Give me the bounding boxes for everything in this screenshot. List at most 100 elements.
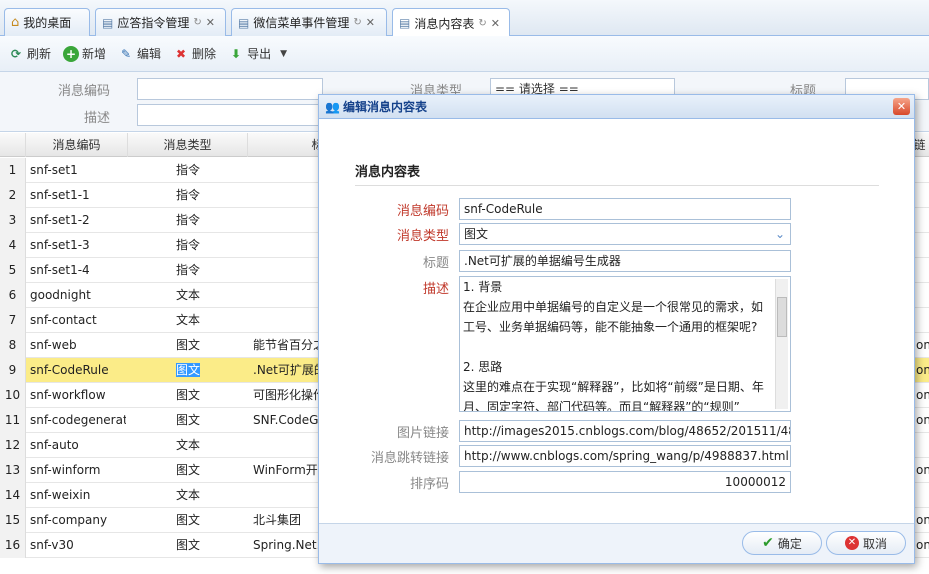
dialog-title: 编辑消息内容表 [342, 100, 427, 114]
search-code-input[interactable] [137, 78, 323, 100]
type-select[interactable]: 图文 ⌄ [459, 223, 791, 245]
cell-code-text: snf-CodeRule [30, 363, 109, 377]
cell-code: snf-set1-3 [30, 233, 126, 258]
delete-button[interactable]: ✖ 删除 [173, 45, 216, 62]
export-button[interactable]: ⬇ 导出 ▼ [228, 45, 287, 62]
code-input[interactable]: snf-CodeRule [459, 198, 791, 220]
cell-code: goodnight [30, 283, 126, 308]
row-number-text: 2 [8, 188, 17, 202]
cell-link [916, 308, 929, 333]
document-icon: ▤ [238, 15, 250, 30]
cell-title-text: WinForm开发 [253, 463, 323, 477]
cell-title-text: .Net可扩展的 [253, 363, 323, 377]
cell-type-text: 指令 [175, 163, 200, 177]
close-icon[interactable]: ✕ [206, 16, 215, 29]
cell-code: snf-codegenerato [30, 408, 126, 433]
cell-link [916, 483, 929, 508]
close-icon[interactable]: ✕ [491, 17, 500, 30]
cell-code: snf-winform [30, 458, 126, 483]
cell-code-text: snf-contact [30, 313, 97, 327]
row-number: 2 [0, 183, 26, 208]
cell-type-text: 图文 [175, 538, 200, 552]
dialog-header[interactable]: 👥 编辑消息内容表 [319, 95, 914, 119]
sort-input[interactable]: 10000012 [459, 471, 791, 493]
column-header-code[interactable]: 消息编码 [26, 133, 128, 157]
code-value: snf-CodeRule [464, 202, 543, 216]
cell-type-text: 图文 [175, 338, 200, 352]
refresh-icon[interactable]: ↻ [478, 18, 486, 29]
delete-label: 删除 [192, 47, 217, 61]
row-number-text: 5 [8, 263, 17, 277]
cell-link-text: on [916, 338, 929, 352]
cell-code: snf-set1-1 [30, 183, 126, 208]
close-icon[interactable]: ✕ [366, 16, 375, 29]
tab-bar: ⌂ 我的桌面 ▤ 应答指令管理 ↻ ✕ ▤ 微信菜单事件管理 ↻ ✕ ▤ 消息内… [0, 0, 929, 37]
cell-type-text: 文本 [175, 288, 200, 302]
cell-type-text: 文本 [175, 313, 200, 327]
cell-type-text: 指令 [175, 188, 200, 202]
cell-code-text: snf-winform [30, 463, 101, 477]
row-number: 14 [0, 483, 26, 508]
row-number-text: 14 [4, 488, 21, 502]
desc-textarea[interactable]: 1. 背景 在企业应用中单据编号的自定义是一个很常见的需求，如 工号、业务单据编… [459, 276, 791, 412]
users-icon: 👥 [325, 99, 340, 114]
ok-button[interactable]: ✔ 确定 [742, 531, 822, 555]
jump-link-input[interactable]: http://www.cnblogs.com/spring_wang/p/498… [459, 445, 791, 467]
scrollbar-thumb[interactable] [777, 297, 787, 337]
refresh-button[interactable]: ⟳ 刷新 [8, 45, 51, 62]
column-header-type[interactable]: 消息类型 [128, 133, 248, 157]
row-number-text: 7 [8, 313, 17, 327]
tab-reply-command[interactable]: ▤ 应答指令管理 ↻ ✕ [95, 8, 226, 36]
cell-code-text: snf-auto [30, 438, 79, 452]
cell-code-text: snf-set1-1 [30, 188, 90, 202]
cell-title [253, 308, 323, 333]
refresh-icon[interactable]: ↻ [353, 17, 361, 28]
cell-code-text: snf-web [30, 338, 77, 352]
tab-wechat-menu[interactable]: ▤ 微信菜单事件管理 ↻ ✕ [231, 8, 387, 36]
row-number: 12 [0, 433, 26, 458]
cell-type: 图文 [128, 508, 248, 533]
desc-line: 在企业应用中单据编号的自定义是一个很常见的需求，如 [463, 300, 764, 314]
tab-label: 微信菜单事件管理 [253, 16, 350, 30]
image-link-input[interactable]: http://images2015.cnblogs.com/blog/48652… [459, 420, 791, 442]
search-desc-input[interactable] [137, 104, 323, 126]
row-number: 9 [0, 358, 26, 383]
cell-type: 指令 [128, 183, 248, 208]
tab-desktop[interactable]: ⌂ 我的桌面 [4, 8, 90, 36]
title-input[interactable]: .Net可扩展的单据编号生成器 [459, 250, 791, 272]
add-button[interactable]: + 新增 [63, 45, 106, 62]
search-desc-label: 描述 [83, 111, 110, 126]
cell-link-text: on [916, 463, 929, 477]
cell-title: WinForm开发 [253, 458, 323, 483]
cell-code-text: snf-company [30, 513, 108, 527]
row-number-header [0, 133, 26, 157]
row-number-text: 6 [8, 288, 17, 302]
edit-button[interactable]: ✎ 编辑 [118, 45, 161, 62]
textarea-scrollbar[interactable] [775, 279, 788, 409]
cell-code: snf-set1 [30, 158, 126, 183]
cell-type: 图文 [128, 408, 248, 433]
tab-message-content[interactable]: ▤ 消息内容表 ↻ ✕ [392, 8, 510, 37]
add-label: 新增 [82, 47, 107, 61]
chevron-down-icon: ▼ [280, 48, 287, 59]
cell-type-text: 文本 [175, 438, 200, 452]
cell-type: 文本 [128, 283, 248, 308]
cell-link [916, 158, 929, 183]
close-icon[interactable]: ✕ [893, 98, 910, 115]
plus-icon: + [63, 45, 80, 62]
row-number: 8 [0, 333, 26, 358]
cell-code: snf-weixin [30, 483, 126, 508]
cell-link-text: on [916, 538, 929, 552]
cell-title [253, 433, 323, 458]
refresh-icon[interactable]: ↻ [193, 17, 201, 28]
cell-type: 指令 [128, 258, 248, 283]
row-number: 6 [0, 283, 26, 308]
cell-type-text: 指令 [175, 238, 200, 252]
cell-code: snf-CodeRule [30, 358, 126, 383]
check-icon: ✔ [762, 535, 774, 551]
tab-label: 消息内容表 [414, 16, 475, 31]
chevron-down-icon: ⌄ [774, 227, 785, 241]
cancel-button[interactable]: ✕ 取消 [826, 531, 906, 555]
cell-code: snf-workflow [30, 383, 126, 408]
type-value: 图文 [464, 227, 489, 241]
